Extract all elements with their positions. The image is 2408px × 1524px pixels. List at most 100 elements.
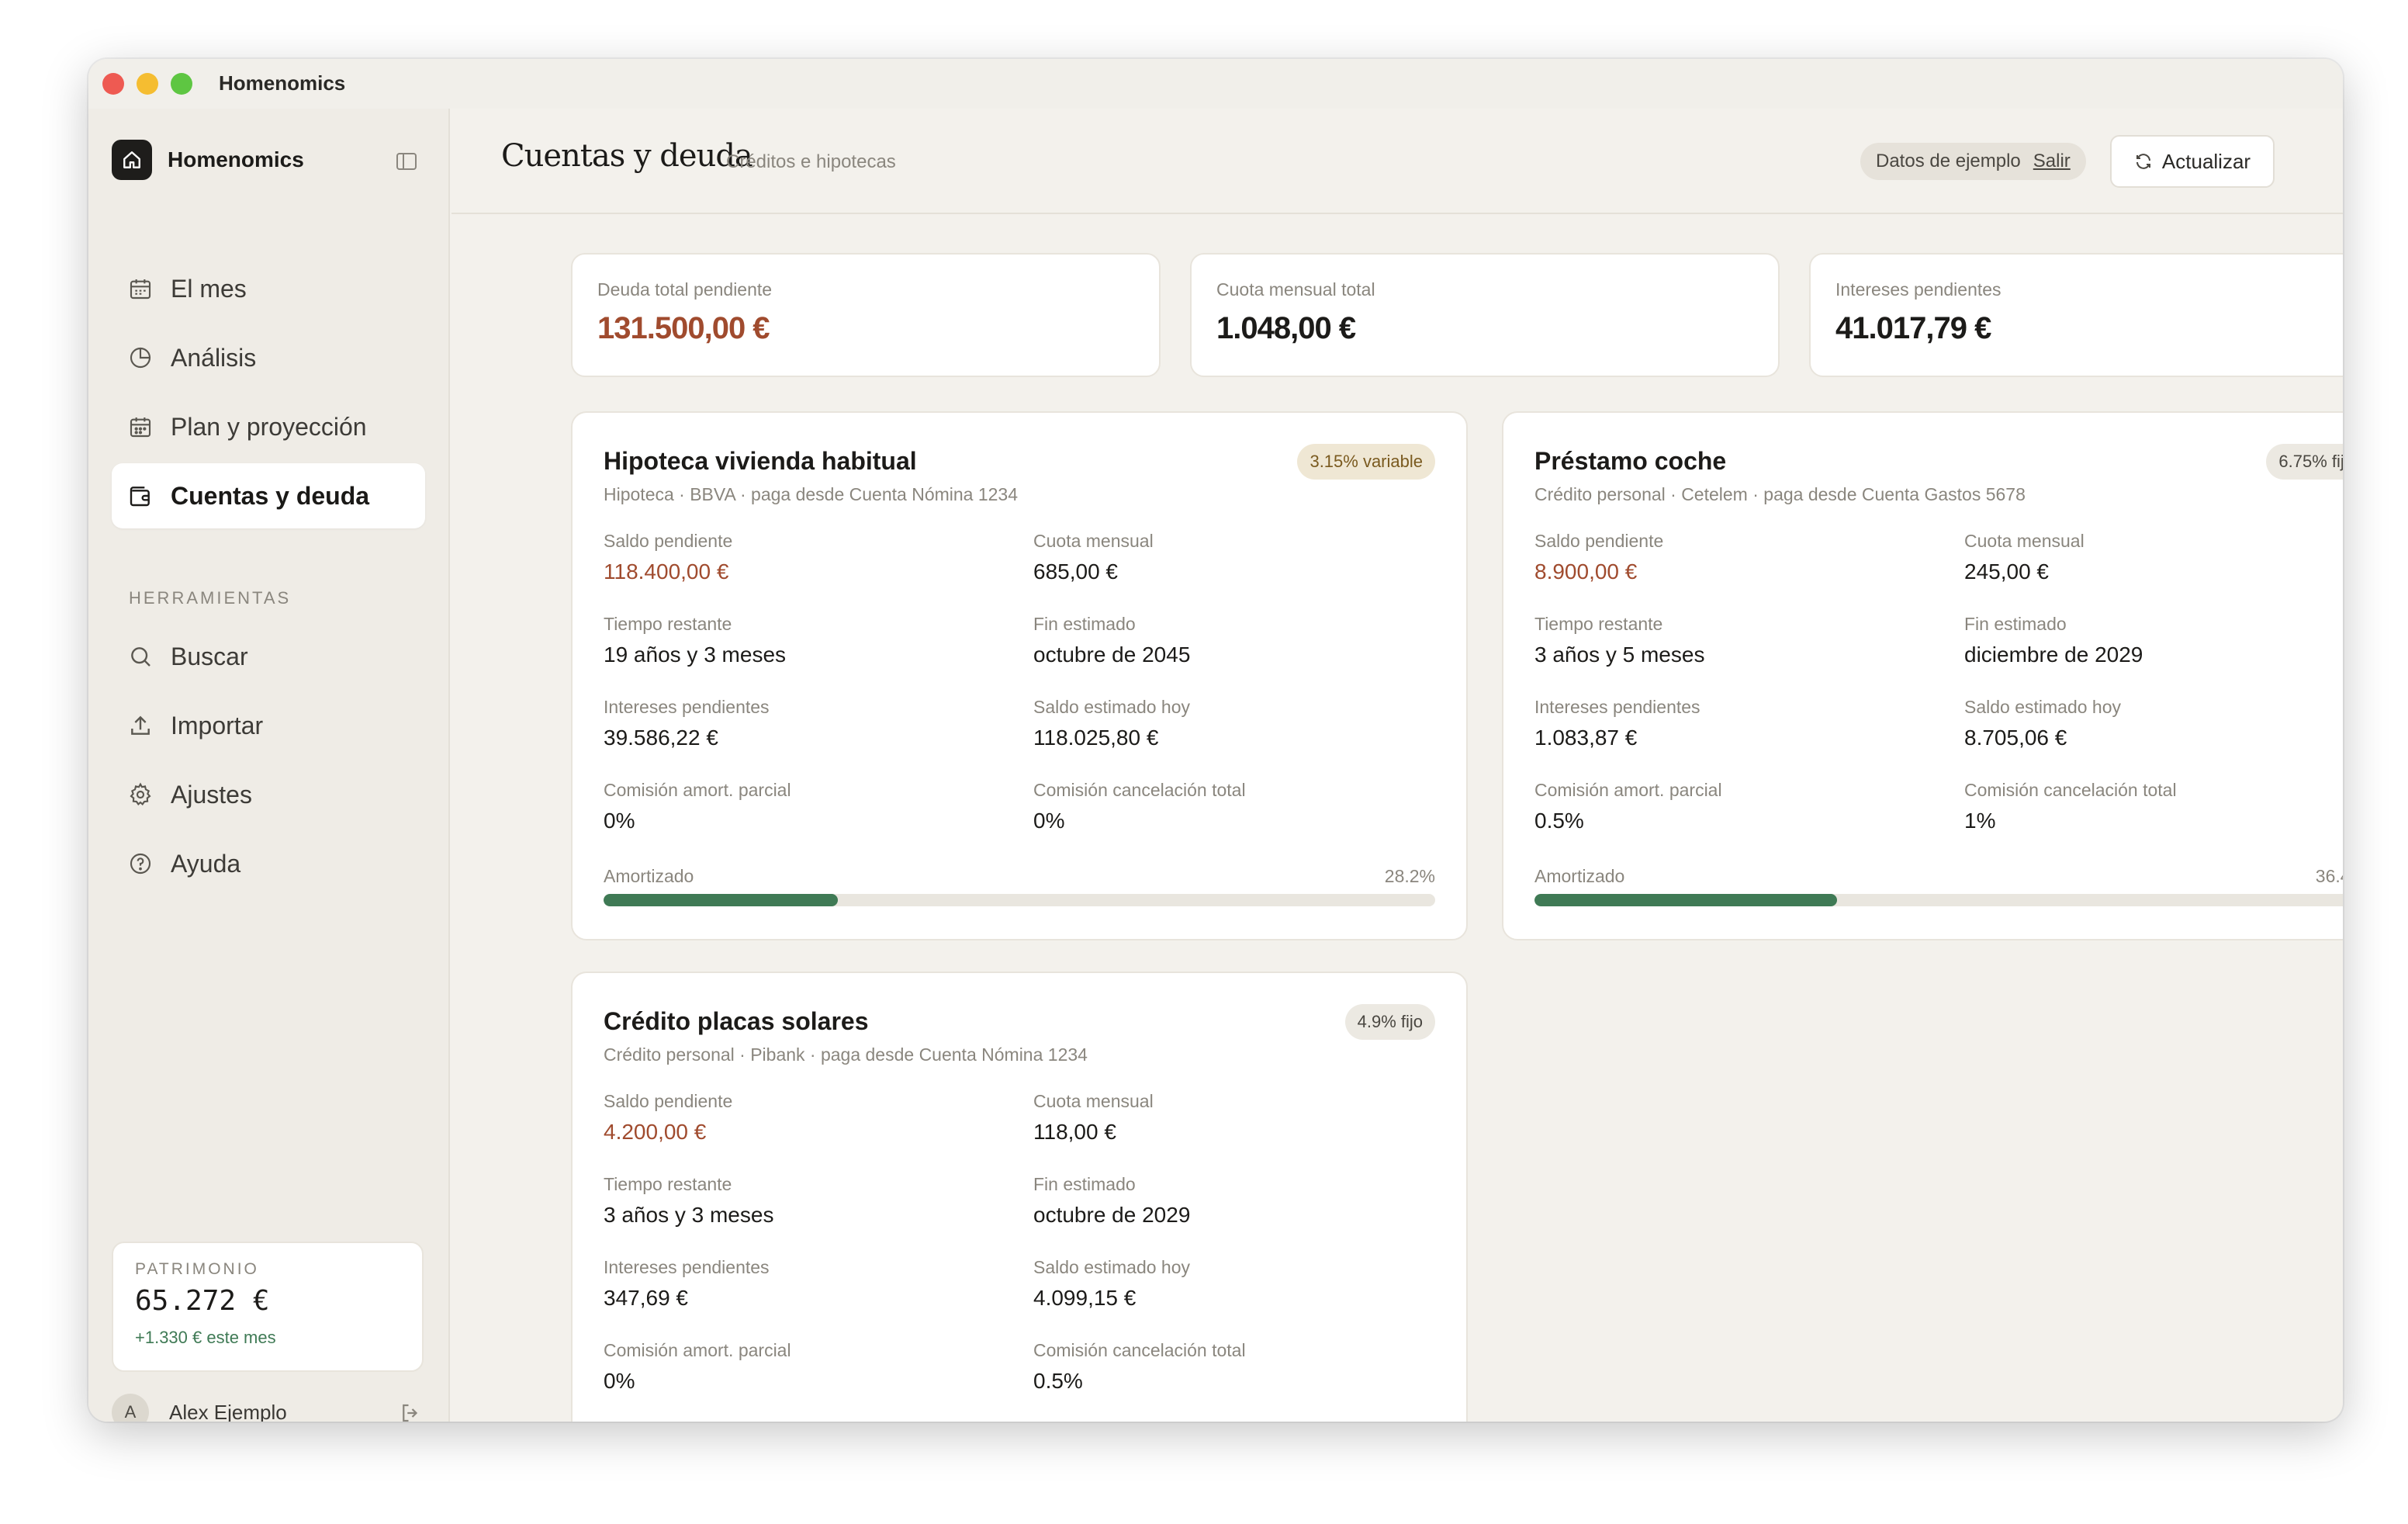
loan-title: Hipoteca vivienda habitual <box>604 447 917 475</box>
nav-item-analisis[interactable]: Análisis <box>112 325 425 390</box>
page-header: Cuentas y deuda Créditos e hipotecas Dat… <box>452 109 2343 214</box>
sidebar-toggle-icon[interactable] <box>396 152 417 171</box>
field-label: Tiempo restante <box>1534 614 1663 634</box>
field-label: Fin estimado <box>1964 614 2067 634</box>
amortized-progress-bar <box>604 894 1435 906</box>
loan-card[interactable]: Préstamo coche Crédito personal · Cetele… <box>1502 411 2343 940</box>
rate-badge: 3.15% variable <box>1297 444 1435 480</box>
main-nav: El mes Análisis Plan y proyección Cuenta… <box>112 256 425 532</box>
patrimonio-delta: +1.330 € este mes <box>135 1328 276 1347</box>
close-window-button[interactable] <box>102 73 124 95</box>
field-value: 8.705,06 € <box>1964 726 2067 750</box>
field-value: 245,00 € <box>1964 559 2049 584</box>
field-value: 4.200,00 € <box>604 1120 707 1144</box>
logout-icon[interactable] <box>399 1401 422 1422</box>
field-value: 1.083,87 € <box>1534 726 1638 750</box>
field-tiempo: Tiempo restante 19 años y 3 meses <box>604 614 786 667</box>
user-profile[interactable]: A Alex Ejemplo <box>112 1392 425 1422</box>
field-comision-total: Comisión cancelación total 0.5% <box>1033 1340 1246 1394</box>
user-name: Alex Ejemplo <box>169 1400 287 1422</box>
stat-label: Cuota mensual total <box>1216 279 1375 300</box>
amortized-progress-fill <box>604 894 839 906</box>
field-label: Comisión cancelación total <box>1964 780 2177 800</box>
loan-subtitle: Hipoteca · BBVA · paga desde Cuenta Nómi… <box>604 484 1019 504</box>
field-label: Saldo estimado hoy <box>1964 697 2122 717</box>
amortized-label: Amortizado <box>604 866 694 886</box>
field-value: diciembre de 2029 <box>1964 643 2143 667</box>
field-value: 685,00 € <box>1033 559 1118 584</box>
stat-label: Intereses pendientes <box>1835 279 2001 300</box>
field-fin: Fin estimado octubre de 2029 <box>1033 1174 1190 1228</box>
patrimonio-value: 65.272 € <box>135 1285 270 1317</box>
refresh-button[interactable]: Actualizar <box>2110 135 2275 188</box>
field-tiempo: Tiempo restante 3 años y 3 meses <box>604 1174 773 1228</box>
calendar-icon <box>127 275 154 302</box>
summary-card-deuda: Deuda total pendiente 131.500,00 € <box>571 253 1161 377</box>
tools-nav: Buscar Importar Ajustes Ayuda <box>112 624 425 900</box>
field-label: Saldo pendiente <box>604 1091 733 1111</box>
field-value: 118.400,00 € <box>604 559 729 584</box>
field-label: Intereses pendientes <box>604 1257 770 1277</box>
page-title: Cuentas y deuda <box>501 138 753 174</box>
loan-subtitle: Crédito personal · Pibank · paga desde C… <box>604 1044 1088 1065</box>
field-label: Comisión amort. parcial <box>604 780 791 800</box>
field-value: 1% <box>1964 809 1996 833</box>
sidebar: Homenomics El mes Análisis Plan y proyec… <box>88 109 450 1422</box>
amortized-percent: 36.4% <box>2315 866 2343 886</box>
zoom-window-button[interactable] <box>171 73 192 95</box>
field-value: octubre de 2029 <box>1033 1203 1191 1227</box>
field-value: 347,69 € <box>604 1286 688 1310</box>
field-comision-parcial: Comisión amort. parcial 0.5% <box>1534 780 1722 833</box>
field-value: 39.586,22 € <box>604 726 718 750</box>
nav-item-el-mes[interactable]: El mes <box>112 256 425 321</box>
field-label: Intereses pendientes <box>1534 697 1700 717</box>
sample-data-badge: Datos de ejemplo Salir <box>1860 143 2086 180</box>
sample-data-label: Datos de ejemplo <box>1876 151 2021 171</box>
field-label: Tiempo restante <box>604 614 732 634</box>
field-comision-parcial: Comisión amort. parcial 0% <box>604 1340 791 1394</box>
field-value: 3 años y 5 meses <box>1534 643 1705 667</box>
loan-title: Préstamo coche <box>1534 447 1727 475</box>
nav-item-ajustes[interactable]: Ajustes <box>112 762 425 827</box>
loan-title: Crédito placas solares <box>604 1007 869 1035</box>
field-label: Fin estimado <box>1033 1174 1136 1194</box>
field-saldo-hoy: Saldo estimado hoy 118.025,80 € <box>1033 697 1190 750</box>
field-label: Comisión amort. parcial <box>1534 780 1722 800</box>
field-cuota: Cuota mensual 245,00 € <box>1964 531 2085 584</box>
field-comision-parcial: Comisión amort. parcial 0% <box>604 780 791 833</box>
field-value: 8.900,00 € <box>1534 559 1638 584</box>
amortized-progress-fill <box>1534 894 1838 906</box>
minimize-window-button[interactable] <box>137 73 158 95</box>
brand[interactable]: Homenomics <box>112 140 304 180</box>
nav-item-cuentas[interactable]: Cuentas y deuda <box>112 463 425 528</box>
field-label: Saldo pendiente <box>1534 531 1664 551</box>
app-window: Homenomics Homenomics El mes Análisis Pl… <box>88 59 2343 1422</box>
exit-sample-link[interactable]: Salir <box>2033 151 2071 172</box>
field-tiempo: Tiempo restante 3 años y 5 meses <box>1534 614 1704 667</box>
nav-item-plan[interactable]: Plan y proyección <box>112 394 425 459</box>
nav-label: Plan y proyección <box>171 412 367 441</box>
field-fin: Fin estimado octubre de 2045 <box>1033 614 1190 667</box>
field-value: 3 años y 3 meses <box>604 1203 774 1227</box>
nav-item-buscar[interactable]: Buscar <box>112 624 425 689</box>
field-value: 0% <box>604 809 635 833</box>
nav-label: El mes <box>171 274 247 303</box>
nav-item-importar[interactable]: Importar <box>112 693 425 758</box>
refresh-label: Actualizar <box>2161 149 2251 173</box>
rate-badge: 4.9% fijo <box>1344 1004 1435 1040</box>
nav-label: Buscar <box>171 642 248 670</box>
loan-card[interactable]: Crédito placas solares Crédito personal … <box>571 972 1468 1422</box>
tools-section-label: HERRAMIENTAS <box>129 588 292 608</box>
loan-subtitle: Crédito personal · Cetelem · paga desde … <box>1534 484 2026 504</box>
field-intereses: Intereses pendientes 39.586,22 € <box>604 697 770 750</box>
pie-chart-icon <box>127 345 154 371</box>
loan-card[interactable]: Hipoteca vivienda habitual Hipoteca · BB… <box>571 411 1468 940</box>
field-label: Cuota mensual <box>1964 531 2085 551</box>
refresh-icon <box>2136 154 2150 169</box>
field-value: 19 años y 3 meses <box>604 643 787 667</box>
nav-item-ayuda[interactable]: Ayuda <box>112 831 425 896</box>
field-value: 0.5% <box>1534 809 1584 833</box>
upload-icon <box>127 712 154 739</box>
main-content: Cuentas y deuda Créditos e hipotecas Dat… <box>452 109 2343 1422</box>
stat-value: 1.048,00 € <box>1216 311 1356 345</box>
